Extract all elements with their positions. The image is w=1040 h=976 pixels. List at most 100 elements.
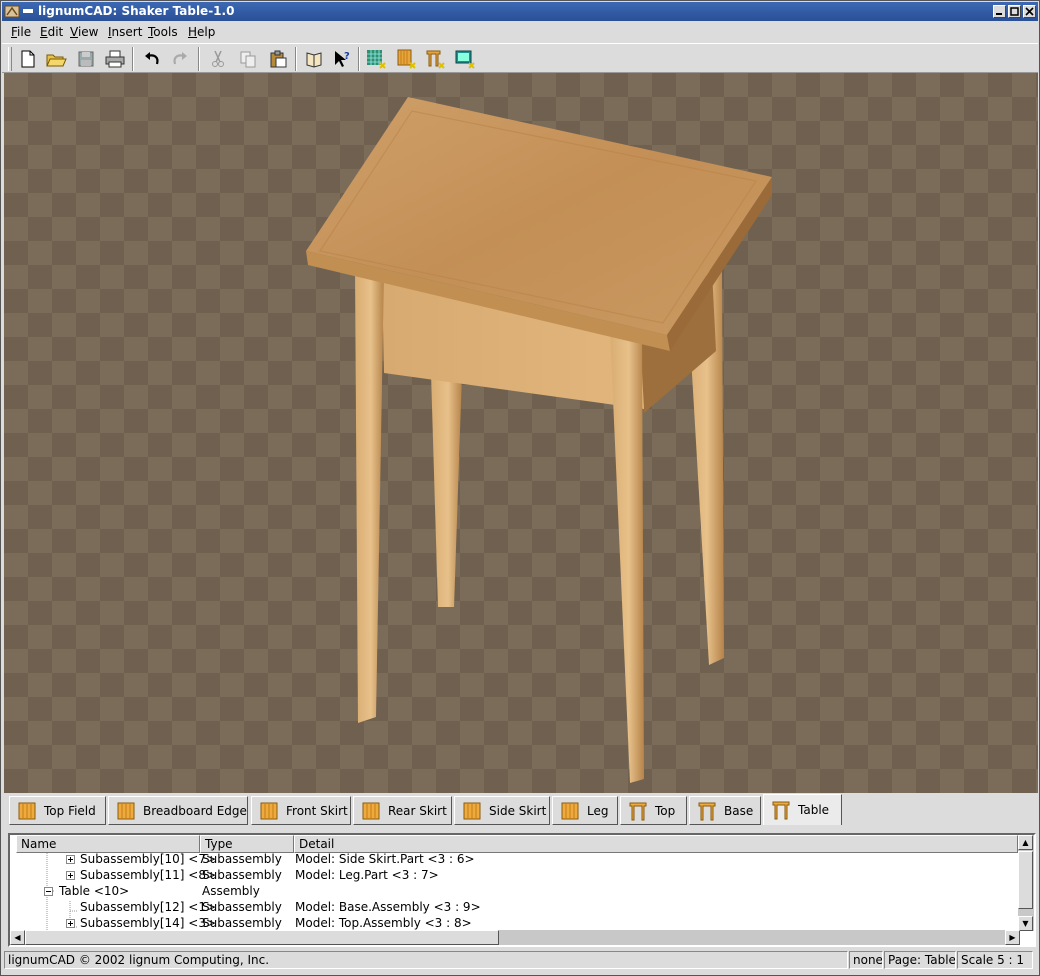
tab-base[interactable]: Base — [689, 796, 761, 825]
vertical-scroll-thumb[interactable] — [1018, 851, 1033, 909]
row-detail: Model: Base.Assembly <3 : 9> — [295, 900, 481, 914]
new-part-icon — [397, 49, 416, 69]
model-hierarchy-list[interactable]: Name Type Detail Subassembly[10] <7> Sub… — [8, 833, 1036, 947]
svg-text:?: ? — [344, 51, 350, 62]
tab-label: Breadboard Edge — [143, 803, 247, 818]
new-assembly-button[interactable] — [423, 47, 447, 71]
menu-help[interactable]: Help — [188, 24, 215, 40]
new-file-icon — [21, 50, 35, 68]
rear-left-leg — [431, 373, 462, 607]
model-viewport[interactable] — [4, 73, 1038, 793]
paste-button[interactable] — [266, 47, 290, 71]
copy-icon — [240, 51, 256, 68]
cut-button[interactable] — [206, 47, 230, 71]
tab-leg[interactable]: Leg — [552, 796, 618, 825]
menu-edit[interactable]: Edit — [40, 24, 63, 40]
page-tabs: Top Field Breadboard Edge Front Skirt Re… — [4, 794, 1038, 828]
tab-rear-skirt[interactable]: Rear Skirt — [353, 796, 452, 825]
manual-button[interactable] — [302, 47, 326, 71]
horizontal-scrollbar[interactable]: ◀ ▶ — [10, 930, 1020, 945]
scroll-left-arrow-icon[interactable]: ◀ — [10, 930, 25, 945]
front-right-leg — [610, 331, 644, 783]
column-header-name[interactable]: Name — [16, 835, 200, 853]
table-row[interactable]: Subassembly[14] <3> Subassembly Model: T… — [10, 915, 1010, 931]
menu-view[interactable]: View — [70, 24, 98, 40]
new-part-button[interactable] — [394, 47, 418, 71]
new-file-button[interactable] — [16, 47, 40, 71]
table-row[interactable]: Subassembly[10] <7> Subassembly Model: S… — [10, 853, 1010, 867]
tab-breadboard-edge[interactable]: Breadboard Edge — [108, 796, 248, 825]
expand-icon[interactable] — [66, 871, 75, 880]
copy-button[interactable] — [236, 47, 260, 71]
table-row[interactable]: Subassembly[11] <8> Subassembly Model: L… — [10, 867, 1010, 883]
assembly-icon — [698, 802, 716, 820]
part-icon — [260, 802, 278, 819]
toolbar-separator — [132, 47, 134, 71]
title-bar[interactable]: lignumCAD: Shaker Table-1.0 — [2, 2, 1038, 21]
row-detail: Model: Side Skirt.Part <3 : 6> — [295, 853, 475, 866]
maximize-button[interactable] — [1008, 5, 1021, 18]
expand-icon[interactable] — [66, 855, 75, 864]
undo-button[interactable] — [140, 47, 164, 71]
window-title: lignumCAD: Shaker Table-1.0 — [38, 4, 235, 18]
maximize-icon — [1010, 7, 1019, 16]
open-folder-icon — [46, 54, 67, 67]
table-row[interactable]: Table <10> Assembly — [10, 883, 1010, 899]
tab-label: Base — [724, 803, 754, 818]
new-view-button[interactable] — [453, 47, 477, 71]
vertical-scrollbar[interactable]: ▲ ▼ — [1018, 835, 1034, 931]
tab-top[interactable]: Top — [620, 796, 687, 825]
table-row[interactable]: Subassembly[12] <1> Subassembly Model: B… — [10, 899, 1010, 915]
menu-insert[interactable]: Insert — [108, 24, 142, 40]
tab-side-skirt[interactable]: Side Skirt — [454, 796, 550, 825]
redo-button[interactable] — [168, 47, 192, 71]
scroll-down-arrow-icon[interactable]: ▼ — [1018, 916, 1033, 931]
toolbar-separator — [358, 47, 360, 71]
save-file-button[interactable] — [74, 47, 98, 71]
open-file-button[interactable] — [44, 47, 68, 71]
shaker-table-model — [306, 97, 772, 783]
tab-top-field[interactable]: Top Field — [9, 796, 106, 825]
collapse-icon[interactable] — [44, 887, 53, 896]
minimize-icon — [996, 13, 1002, 15]
status-scale: Scale 5 : 1 — [957, 951, 1033, 969]
new-sketch-icon — [367, 50, 386, 69]
tab-label: Leg — [587, 803, 609, 818]
column-header-detail[interactable]: Detail — [294, 835, 1018, 853]
application-window: lignumCAD: Shaker Table-1.0 File Edit Vi… — [0, 0, 1040, 976]
row-type: Subassembly — [202, 900, 282, 914]
status-bar: lignumCAD © 2002 lignum Computing, Inc. … — [2, 951, 1038, 971]
row-name: Subassembly[11] <8> — [80, 868, 217, 882]
tab-label: Front Skirt — [286, 803, 348, 818]
scroll-right-arrow-icon[interactable]: ▶ — [1005, 930, 1020, 945]
system-menu-icon[interactable] — [22, 5, 34, 17]
tab-table[interactable]: Table — [763, 794, 842, 825]
part-icon — [463, 802, 481, 819]
menu-bar: File Edit View Insert Tools Help — [2, 22, 1038, 42]
toolbar: ? — [2, 43, 1038, 73]
horizontal-scroll-thumb[interactable] — [25, 930, 499, 945]
clipboard-icon — [270, 50, 287, 68]
expand-icon[interactable] — [66, 919, 75, 928]
part-icon — [18, 802, 36, 819]
close-button[interactable] — [1023, 5, 1036, 18]
tab-front-skirt[interactable]: Front Skirt — [251, 796, 351, 825]
new-sketch-button[interactable] — [364, 47, 388, 71]
close-icon — [1025, 7, 1034, 16]
menu-file[interactable]: File — [11, 24, 31, 40]
book-icon — [306, 52, 322, 68]
whats-this-icon: ? — [335, 51, 350, 67]
tab-label: Side Skirt — [489, 803, 547, 818]
row-detail: Model: Leg.Part <3 : 7> — [295, 868, 439, 882]
assembly-icon — [629, 802, 647, 820]
toolbar-grip[interactable] — [8, 47, 12, 71]
new-view-icon — [455, 50, 475, 69]
tab-label: Top Field — [44, 803, 96, 818]
print-button[interactable] — [103, 47, 127, 71]
scroll-up-arrow-icon[interactable]: ▲ — [1018, 835, 1033, 850]
column-header-type[interactable]: Type — [200, 835, 294, 853]
menu-tools[interactable]: Tools — [148, 24, 178, 40]
whats-this-button[interactable]: ? — [330, 47, 354, 71]
row-name: Subassembly[12] <1> — [80, 900, 217, 914]
minimize-button[interactable] — [993, 5, 1006, 18]
